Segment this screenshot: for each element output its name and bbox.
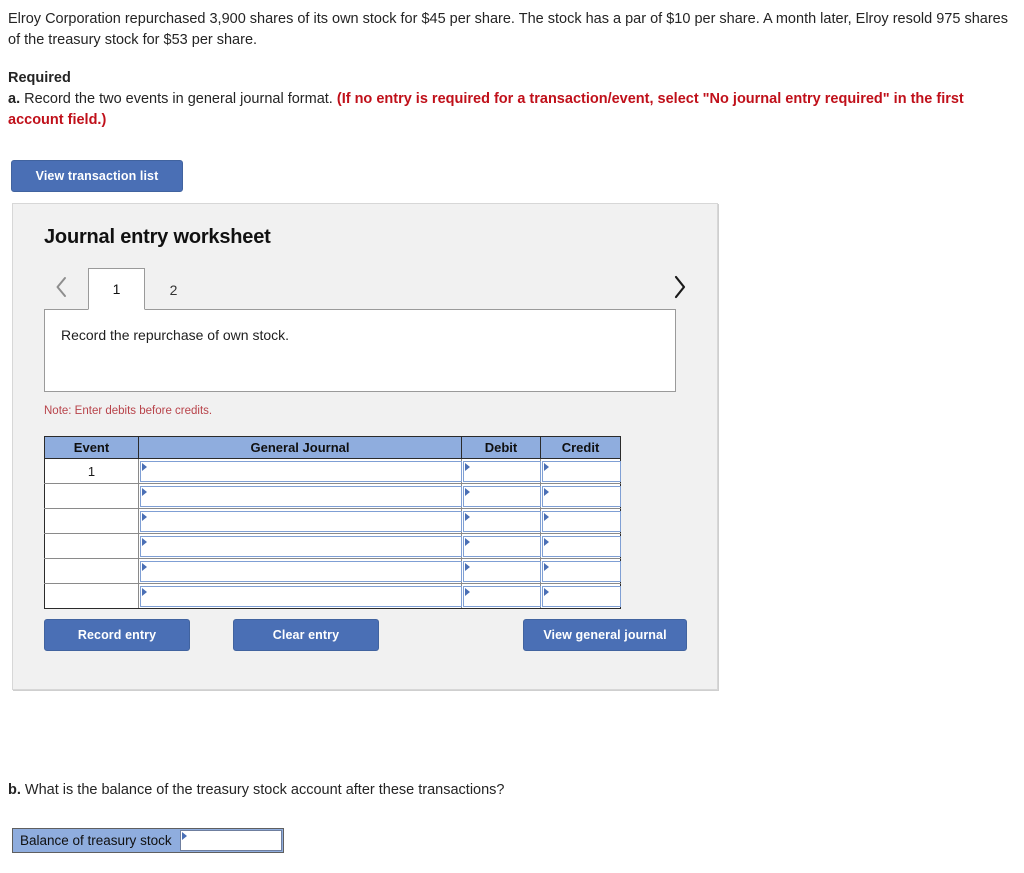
credit-cell[interactable] bbox=[540, 558, 621, 584]
debit-input[interactable] bbox=[463, 585, 541, 607]
credit-cell[interactable] bbox=[540, 533, 621, 559]
event-cell: 1 bbox=[44, 458, 139, 484]
worksheet-tab-2[interactable]: 2 bbox=[145, 268, 202, 310]
required-heading: Required bbox=[8, 70, 71, 86]
debit-input[interactable] bbox=[463, 560, 541, 582]
table-header-row: Event General Journal Debit Credit bbox=[44, 436, 621, 459]
general-journal-cell[interactable] bbox=[138, 558, 462, 584]
journal-entry-worksheet-panel: Journal entry worksheet 1 2 Record the r… bbox=[12, 203, 718, 690]
account-select[interactable] bbox=[140, 485, 462, 507]
worksheet-title: Journal entry worksheet bbox=[44, 226, 271, 248]
credit-input[interactable] bbox=[542, 535, 621, 557]
debit-input[interactable] bbox=[463, 460, 541, 482]
debit-cell[interactable] bbox=[461, 458, 541, 484]
event-cell bbox=[44, 508, 139, 534]
worksheet-page: Elroy Corporation repurchased 3,900 shar… bbox=[0, 0, 1024, 873]
general-journal-cell[interactable] bbox=[138, 533, 462, 559]
worksheet-tab-1[interactable]: 1 bbox=[88, 268, 145, 310]
debit-cell[interactable] bbox=[461, 533, 541, 559]
credit-cell[interactable] bbox=[540, 483, 621, 509]
column-header-event: Event bbox=[44, 436, 139, 459]
view-transaction-list-button[interactable]: View transaction list bbox=[11, 160, 183, 192]
debit-input[interactable] bbox=[463, 510, 541, 532]
debit-cell[interactable] bbox=[461, 483, 541, 509]
part-b-question: b. What is the balance of the treasury s… bbox=[8, 782, 504, 798]
table-row bbox=[44, 483, 621, 509]
account-select[interactable] bbox=[140, 460, 462, 482]
account-select[interactable] bbox=[140, 585, 462, 607]
required-section: Required a. Record the two events in gen… bbox=[8, 68, 1013, 131]
event-cell bbox=[44, 533, 139, 559]
debit-input[interactable] bbox=[463, 535, 541, 557]
general-journal-cell[interactable] bbox=[138, 483, 462, 509]
table-row: 1 bbox=[44, 458, 621, 484]
credit-input[interactable] bbox=[542, 485, 621, 507]
event-cell bbox=[44, 583, 139, 609]
table-row bbox=[44, 558, 621, 584]
view-general-journal-button[interactable]: View general journal bbox=[523, 619, 687, 651]
balance-of-treasury-stock-label: Balance of treasury stock bbox=[13, 829, 179, 852]
worksheet-description-text: Record the repurchase of own stock. bbox=[61, 327, 290, 343]
clear-entry-button[interactable]: Clear entry bbox=[233, 619, 379, 651]
balance-input-wrapper bbox=[179, 829, 283, 852]
balance-of-treasury-stock-input[interactable] bbox=[179, 830, 282, 851]
column-header-credit: Credit bbox=[540, 436, 621, 459]
credit-input[interactable] bbox=[542, 560, 621, 582]
balance-of-treasury-stock-row: Balance of treasury stock bbox=[12, 828, 284, 853]
required-item-a-text: Record the two events in general journal… bbox=[24, 91, 333, 107]
table-row bbox=[44, 508, 621, 534]
general-journal-cell[interactable] bbox=[138, 508, 462, 534]
general-journal-cell[interactable] bbox=[138, 458, 462, 484]
journal-entry-table: Event General Journal Debit Credit 1 bbox=[44, 436, 621, 609]
account-select[interactable] bbox=[140, 560, 462, 582]
debits-before-credits-note: Note: Enter debits before credits. bbox=[44, 405, 213, 417]
event-cell bbox=[44, 558, 139, 584]
credit-input[interactable] bbox=[542, 510, 621, 532]
problem-statement: Elroy Corporation repurchased 3,900 shar… bbox=[8, 11, 1008, 48]
credit-cell[interactable] bbox=[540, 508, 621, 534]
column-header-debit: Debit bbox=[461, 436, 541, 459]
credit-cell[interactable] bbox=[540, 458, 621, 484]
credit-cell[interactable] bbox=[540, 583, 621, 609]
general-journal-cell[interactable] bbox=[138, 583, 462, 609]
debit-input[interactable] bbox=[463, 485, 541, 507]
chevron-right-icon[interactable] bbox=[666, 272, 692, 302]
debit-cell[interactable] bbox=[461, 558, 541, 584]
worksheet-description-box: Record the repurchase of own stock. bbox=[44, 309, 676, 392]
worksheet-tabs: 1 2 bbox=[88, 266, 202, 310]
worksheet-tabstrip: 1 2 bbox=[40, 266, 692, 310]
table-row bbox=[44, 583, 621, 609]
chevron-left-icon[interactable] bbox=[48, 272, 74, 302]
table-row bbox=[44, 533, 621, 559]
account-select[interactable] bbox=[140, 510, 462, 532]
account-select[interactable] bbox=[140, 535, 462, 557]
event-cell bbox=[44, 483, 139, 509]
credit-input[interactable] bbox=[542, 585, 621, 607]
credit-input[interactable] bbox=[542, 460, 621, 482]
column-header-general-journal: General Journal bbox=[138, 436, 462, 459]
debit-cell[interactable] bbox=[461, 583, 541, 609]
debit-cell[interactable] bbox=[461, 508, 541, 534]
record-entry-button[interactable]: Record entry bbox=[44, 619, 190, 651]
part-b-label: b. bbox=[8, 782, 21, 798]
part-b-text: What is the balance of the treasury stoc… bbox=[24, 782, 505, 798]
required-item-a-label: a. bbox=[8, 91, 21, 107]
